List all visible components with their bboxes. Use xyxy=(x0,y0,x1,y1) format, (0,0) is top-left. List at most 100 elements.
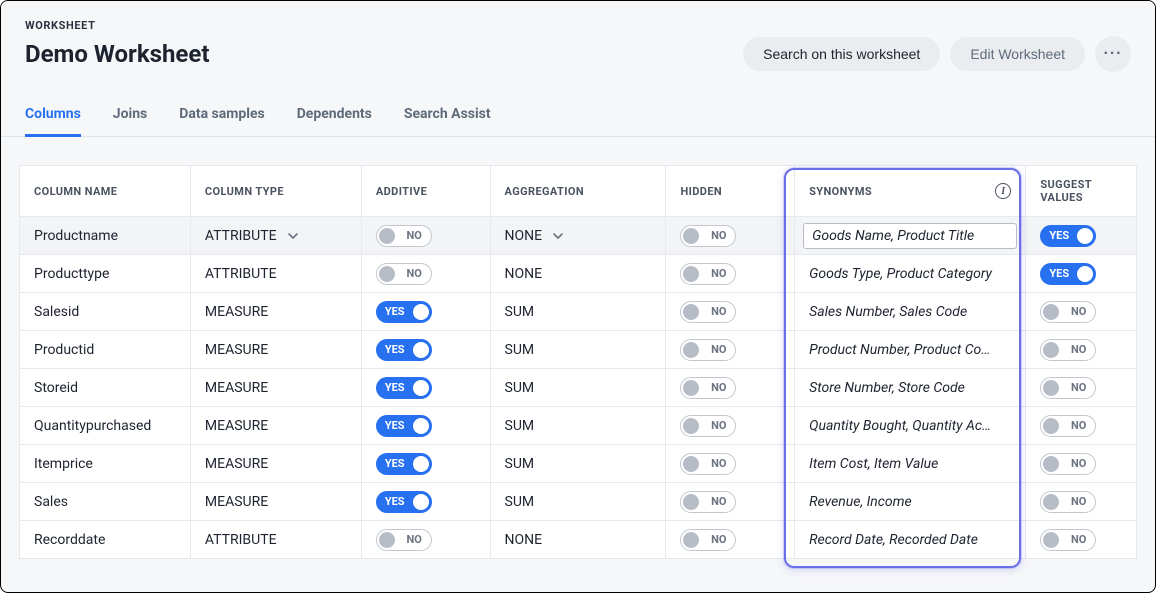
additive-toggle[interactable]: YES xyxy=(376,491,432,513)
tab-dependents[interactable]: Dependents xyxy=(297,96,372,137)
cell-additive: YES xyxy=(361,483,490,521)
cell-column-type: MEASURE xyxy=(190,483,361,521)
column-type-value: MEASURE xyxy=(205,418,268,434)
synonyms-input[interactable] xyxy=(803,223,1017,249)
cell-hidden: NO xyxy=(666,293,795,331)
table-row: RecorddateATTRIBUTENONONENORecord Date, … xyxy=(20,521,1137,559)
suggest-values-toggle[interactable]: NO xyxy=(1040,415,1096,437)
breadcrumb: WORKSHEET xyxy=(25,19,1131,32)
cell-column-type: MEASURE xyxy=(190,407,361,445)
additive-toggle[interactable]: NO xyxy=(376,529,432,551)
additive-toggle[interactable]: YES xyxy=(376,301,432,323)
tab-joins[interactable]: Joins xyxy=(113,96,147,137)
table-row: SalesidMEASUREYESSUMNOSales Number, Sale… xyxy=(20,293,1137,331)
cell-column-type: MEASURE xyxy=(190,445,361,483)
hidden-toggle[interactable]: NO xyxy=(680,377,736,399)
cell-column-name: Productid xyxy=(20,331,191,369)
chevron-down-icon xyxy=(287,230,299,242)
tab-data-samples[interactable]: Data samples xyxy=(179,96,264,137)
aggregation-value: SUM xyxy=(505,380,535,396)
cell-additive: NO xyxy=(361,217,490,255)
hidden-toggle[interactable]: NO xyxy=(680,263,736,285)
aggregation-value: NONE xyxy=(505,266,543,282)
suggest-values-toggle[interactable]: NO xyxy=(1040,339,1096,361)
cell-column-type: MEASURE xyxy=(190,369,361,407)
cell-suggest-values: NO xyxy=(1026,331,1137,369)
synonyms-text: Item Cost, Item Value xyxy=(809,456,1011,472)
table-row: ProductnameATTRIBUTE NO NONE NO YES xyxy=(20,217,1137,255)
cell-synonyms[interactable]: Product Number, Product Co… xyxy=(795,331,1026,369)
info-icon[interactable]: i xyxy=(995,183,1011,199)
synonyms-text: Sales Number, Sales Code xyxy=(809,304,1011,320)
additive-toggle[interactable]: YES xyxy=(376,415,432,437)
th-column-name: COLUMN NAME xyxy=(20,166,191,217)
cell-hidden: NO xyxy=(666,445,795,483)
additive-toggle[interactable]: YES xyxy=(376,339,432,361)
cell-synonyms[interactable]: Goods Type, Product Category xyxy=(795,255,1026,293)
hidden-toggle[interactable]: NO xyxy=(680,415,736,437)
table-row: SalesMEASUREYESSUMNORevenue, IncomeNO xyxy=(20,483,1137,521)
suggest-values-toggle[interactable]: YES xyxy=(1040,225,1096,247)
cell-synonyms[interactable]: Quantity Bought, Quantity Ac… xyxy=(795,407,1026,445)
suggest-values-toggle[interactable]: NO xyxy=(1040,377,1096,399)
hidden-toggle[interactable]: NO xyxy=(680,491,736,513)
cell-column-name: Productname xyxy=(20,217,191,255)
additive-toggle[interactable]: NO xyxy=(376,225,432,247)
synonyms-text: Product Number, Product Co… xyxy=(809,342,1011,358)
suggest-values-toggle[interactable]: NO xyxy=(1040,491,1096,513)
suggest-values-toggle[interactable]: NO xyxy=(1040,529,1096,551)
synonyms-text: Store Number, Store Code xyxy=(809,380,1011,396)
cell-synonyms[interactable]: Item Cost, Item Value xyxy=(795,445,1026,483)
cell-column-type: ATTRIBUTE xyxy=(190,521,361,559)
aggregation-value: SUM xyxy=(505,342,535,358)
additive-toggle[interactable]: YES xyxy=(376,453,432,475)
cell-aggregation[interactable]: NONE xyxy=(490,217,666,255)
table-row: Storeid MEASURE YES SUM NO Store Number, Stor… xyxy=(20,369,1137,407)
suggest-values-toggle[interactable]: YES xyxy=(1040,263,1096,285)
hidden-toggle[interactable]: NO xyxy=(680,453,736,475)
hidden-toggle[interactable]: NO xyxy=(680,301,736,323)
cell-synonyms[interactable]: Revenue, Income xyxy=(795,483,1026,521)
cell-hidden: NO xyxy=(666,217,795,255)
column-type-value: MEASURE xyxy=(205,342,268,358)
cell-column-type: ATTRIBUTE xyxy=(190,255,361,293)
cell-column-type[interactable]: ATTRIBUTE xyxy=(190,217,361,255)
th-column-type: COLUMN TYPE xyxy=(190,166,361,217)
cell-suggest-values: NO xyxy=(1026,369,1137,407)
cell-synonyms[interactable]: Sales Number, Sales Code xyxy=(795,293,1026,331)
hidden-toggle[interactable]: NO xyxy=(680,339,736,361)
tab-columns[interactable]: Columns xyxy=(25,96,81,137)
th-synonyms: SYNONYMS i xyxy=(795,166,1026,217)
aggregation-value: SUM xyxy=(505,456,535,472)
more-options-button[interactable]: ··· xyxy=(1095,36,1131,72)
page-title: Demo Worksheet xyxy=(25,40,209,68)
column-type-value: MEASURE xyxy=(205,456,268,472)
ellipsis-icon: ··· xyxy=(1104,45,1123,63)
cell-column-name: Storeid xyxy=(20,369,191,407)
suggest-values-toggle[interactable]: NO xyxy=(1040,453,1096,475)
aggregation-value: NONE xyxy=(505,532,543,548)
additive-toggle[interactable]: NO xyxy=(376,263,432,285)
suggest-values-toggle[interactable]: NO xyxy=(1040,301,1096,323)
cell-column-type: MEASURE xyxy=(190,331,361,369)
tab-search-assist[interactable]: Search Assist xyxy=(404,96,491,137)
cell-hidden: NO xyxy=(666,521,795,559)
column-type-value: MEASURE xyxy=(205,494,268,510)
search-worksheet-button[interactable]: Search on this worksheet xyxy=(743,37,940,71)
cell-additive: YES xyxy=(361,445,490,483)
cell-additive: YES xyxy=(361,407,490,445)
cell-aggregation: SUM xyxy=(490,293,666,331)
cell-synonyms[interactable]: Record Date, Recorded Date xyxy=(795,521,1026,559)
cell-aggregation: SUM xyxy=(490,407,666,445)
column-type-value: MEASURE xyxy=(205,380,268,396)
hidden-toggle[interactable]: NO xyxy=(680,529,736,551)
aggregation-value: SUM xyxy=(505,304,535,320)
edit-worksheet-button[interactable]: Edit Worksheet xyxy=(950,37,1085,71)
additive-toggle[interactable]: YES xyxy=(376,377,432,399)
cell-synonyms[interactable]: Store Number, Store Code xyxy=(795,369,1026,407)
aggregation-value: SUM xyxy=(505,418,535,434)
hidden-toggle[interactable]: NO xyxy=(680,225,736,247)
cell-synonyms[interactable] xyxy=(795,217,1026,255)
cell-hidden: NO xyxy=(666,255,795,293)
cell-additive: YES xyxy=(361,369,490,407)
